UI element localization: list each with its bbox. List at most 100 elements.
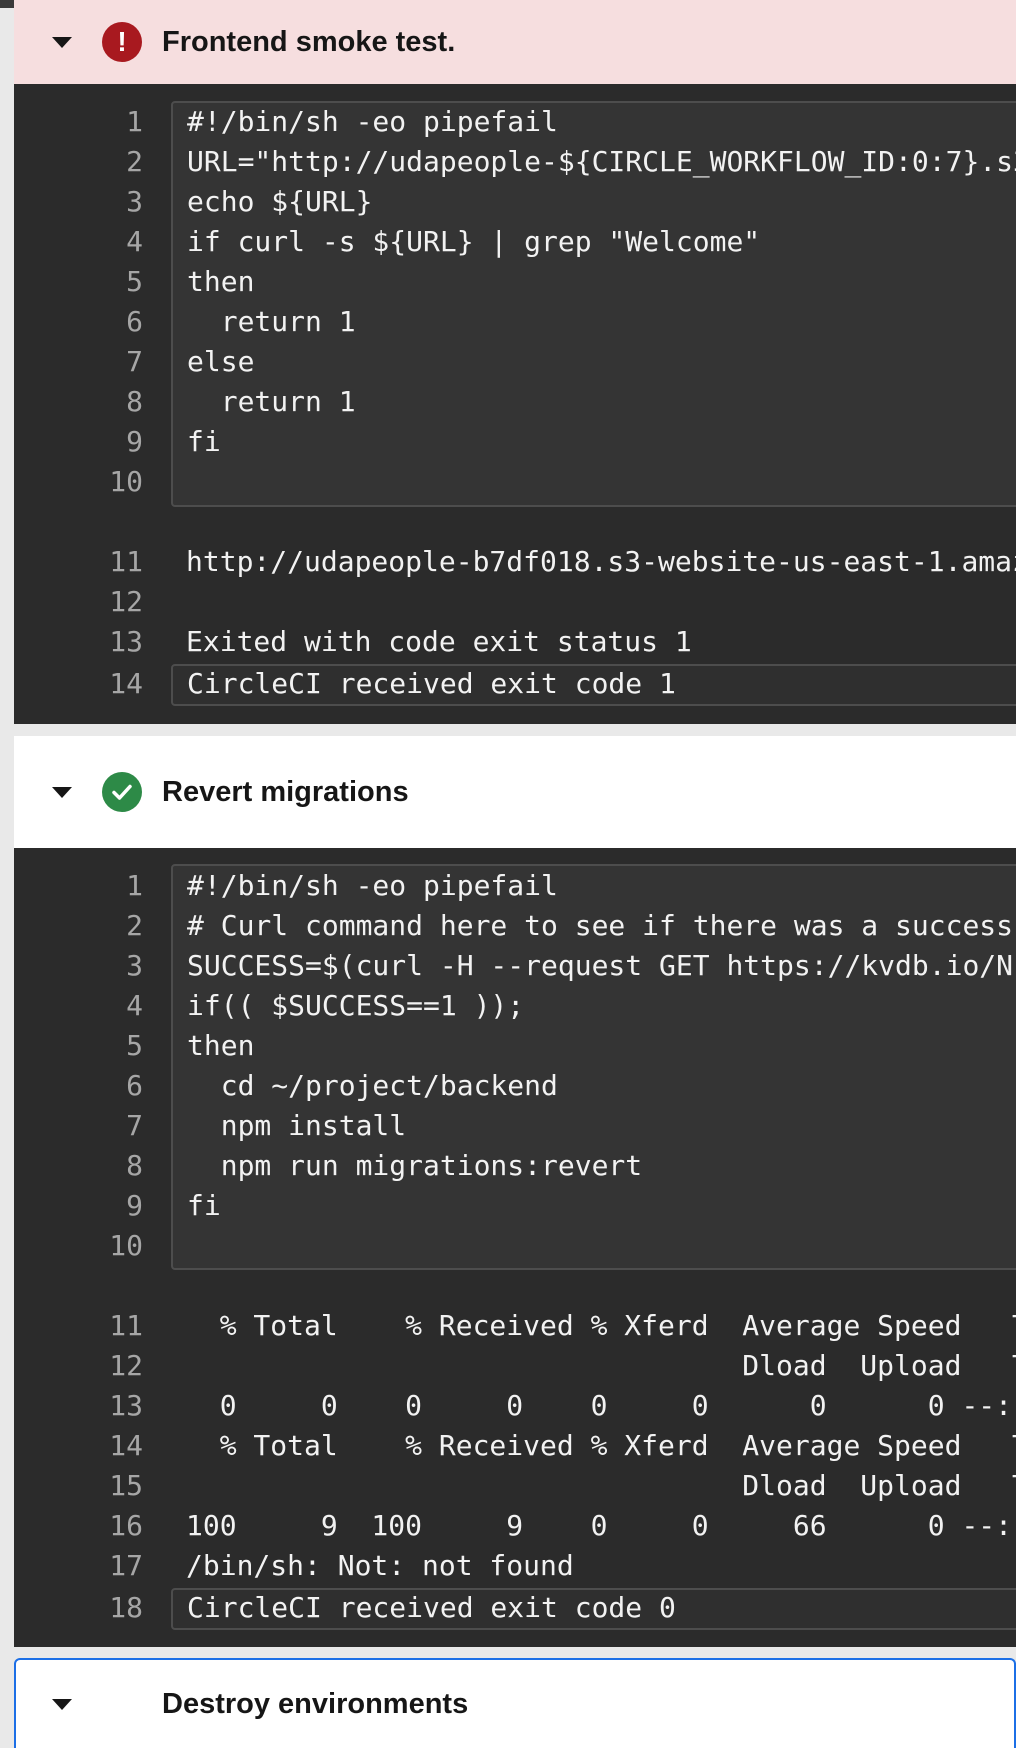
line-number: 1	[126, 105, 143, 138]
log-line: 4 if curl -s ${URL} | grep "Welcome"	[14, 222, 1016, 262]
log-text: Exited with code exit status 1	[186, 625, 692, 658]
log-text: return 1	[187, 385, 356, 418]
log-line: 15 Dload Upload T	[14, 1466, 1016, 1506]
line-number: 17	[109, 1549, 143, 1582]
log-line: 7 npm install	[14, 1106, 1016, 1146]
line-number: 2	[126, 909, 143, 942]
check-mark	[112, 1696, 132, 1712]
line-number: 1	[126, 869, 143, 902]
caret-down-icon[interactable]	[52, 1698, 72, 1710]
log-line: 3 SUCCESS=$(curl -H --request GET https:/…	[14, 946, 1016, 986]
log-line: 1 #!/bin/sh -eo pipefail	[14, 866, 1016, 906]
log-line: 12 Dload Upload T	[14, 1346, 1016, 1386]
step-title: Destroy environments	[162, 1687, 469, 1720]
line-number: 12	[109, 1349, 143, 1382]
line-number: 8	[126, 1149, 143, 1182]
line-number: 7	[126, 345, 143, 378]
log-text: CircleCI received exit code 1	[187, 667, 676, 700]
log-text: /bin/sh: Not: not found	[186, 1549, 574, 1582]
log-line: 12	[14, 582, 1016, 622]
log-line: 2 # Curl command here to see if there was…	[14, 906, 1016, 946]
line-number: 15	[109, 1469, 143, 1502]
log-line: 11 % Total % Received % Xferd Average Sp…	[14, 1306, 1016, 1346]
log-line: 10	[14, 1226, 1016, 1266]
log-line: 17/bin/sh: Not: not found	[14, 1546, 1016, 1586]
line-number: 10	[109, 1229, 143, 1262]
log-text: 0 0 0 0 0 0 0 0 --:-	[186, 1389, 1016, 1422]
log-line: 1 #!/bin/sh -eo pipefail	[14, 102, 1016, 142]
log-text: SUCCESS=$(curl -H --request GET https://…	[187, 949, 1016, 982]
step-output-revert-migrations: 1 #!/bin/sh -eo pipefail 2 # Curl command …	[14, 848, 1016, 1647]
log-line: 18 CircleCI received exit code 0	[14, 1588, 1016, 1628]
log-line: 13 Exited with code exit status 1	[14, 622, 1016, 662]
log-line: 6 return 1	[14, 302, 1016, 342]
line-number: 3	[126, 185, 143, 218]
log-line: 14 CircleCI received exit code 1	[14, 664, 1016, 704]
line-number: 14	[109, 1429, 143, 1462]
log-text: if curl -s ${URL} | grep "Welcome"	[187, 225, 761, 258]
log-line: 14 % Total % Received % Xferd Average Sp…	[14, 1426, 1016, 1466]
log-line: 9 fi	[14, 1186, 1016, 1226]
log-line: 13 0 0 0 0 0 0 0 0 --:-	[14, 1386, 1016, 1426]
log-line: 3 echo ${URL}	[14, 182, 1016, 222]
step-header-revert-migrations[interactable]: Revert migrations	[14, 736, 1016, 848]
line-number: 14	[109, 667, 143, 700]
line-number: 4	[126, 989, 143, 1022]
line-number: 18	[109, 1591, 143, 1624]
check-mark	[112, 784, 132, 800]
check-circle-icon	[102, 772, 142, 812]
log-text: then	[187, 1029, 255, 1062]
step-output-frontend-smoke-test: 1 #!/bin/sh -eo pipefail 2 URL="http://uda…	[14, 84, 1016, 724]
log-text: # Curl command here to see if there was …	[187, 909, 1014, 942]
log-text: fi	[187, 1189, 221, 1222]
log-text: fi	[187, 425, 221, 458]
log-text: http://udapeople-b7df018.s3-website-us-e…	[186, 545, 1016, 578]
log-text: else	[187, 345, 255, 378]
log-text: URL="http://udapeople-${CIRCLE_WORKFLOW_…	[187, 145, 1016, 178]
log-text: Dload Upload T	[186, 1469, 1016, 1502]
step-title: Frontend smoke test.	[162, 25, 456, 58]
log-text: 100 9 100 9 0 0 66 0 --:-	[186, 1509, 1016, 1542]
log-text: % Total % Received % Xferd Average Speed…	[186, 1309, 1016, 1342]
log-line: 5 then	[14, 1026, 1016, 1066]
log-text: npm install	[187, 1109, 407, 1142]
log-text: cd ~/project/backend	[187, 1069, 558, 1102]
log-line: 7 else	[14, 342, 1016, 382]
log-line: 10	[14, 462, 1016, 502]
line-number: 12	[109, 585, 143, 618]
line-number: 10	[109, 465, 143, 498]
line-number: 9	[126, 1189, 143, 1222]
check-circle-icon	[102, 1684, 142, 1724]
log-text: if(( $SUCCESS==1 ));	[187, 989, 525, 1022]
log-line: 8 return 1	[14, 382, 1016, 422]
log-text: % Total % Received % Xferd Average Speed…	[186, 1429, 1016, 1462]
line-number: 4	[126, 225, 143, 258]
line-number: 13	[109, 625, 143, 658]
step-title: Revert migrations	[162, 775, 409, 808]
line-number: 11	[109, 545, 143, 578]
log-line: 11 http://udapeople-b7df018.s3-website-us…	[14, 542, 1016, 582]
log-text: npm run migrations:revert	[187, 1149, 643, 1182]
log-line: 4 if(( $SUCCESS==1 ));	[14, 986, 1016, 1026]
log-text: echo ${URL}	[187, 185, 373, 218]
caret-down-icon[interactable]	[52, 786, 72, 798]
log-text: return 1	[187, 305, 356, 338]
step-header-frontend-smoke-test[interactable]: ! Frontend smoke test.	[14, 0, 1016, 84]
log-text: Dload Upload T	[186, 1349, 1016, 1382]
log-text: CircleCI received exit code 0	[187, 1591, 676, 1624]
log-text: #!/bin/sh -eo pipefail	[187, 869, 558, 902]
line-number: 3	[126, 949, 143, 982]
log-line: 5 then	[14, 262, 1016, 302]
line-number: 13	[109, 1389, 143, 1422]
line-number: 6	[126, 305, 143, 338]
line-number: 2	[126, 145, 143, 178]
line-number: 11	[109, 1309, 143, 1342]
exclamation-circle-icon: !	[102, 22, 142, 62]
step-header-destroy-environments[interactable]: Destroy environments	[14, 1658, 1016, 1748]
line-number: 16	[109, 1509, 143, 1542]
caret-down-icon[interactable]	[52, 36, 72, 48]
log-line: 2 URL="http://udapeople-${CIRCLE_WORKFLOW…	[14, 142, 1016, 182]
log-line: 8 npm run migrations:revert	[14, 1146, 1016, 1186]
line-number: 5	[126, 265, 143, 298]
log-text: #!/bin/sh -eo pipefail	[187, 105, 558, 138]
